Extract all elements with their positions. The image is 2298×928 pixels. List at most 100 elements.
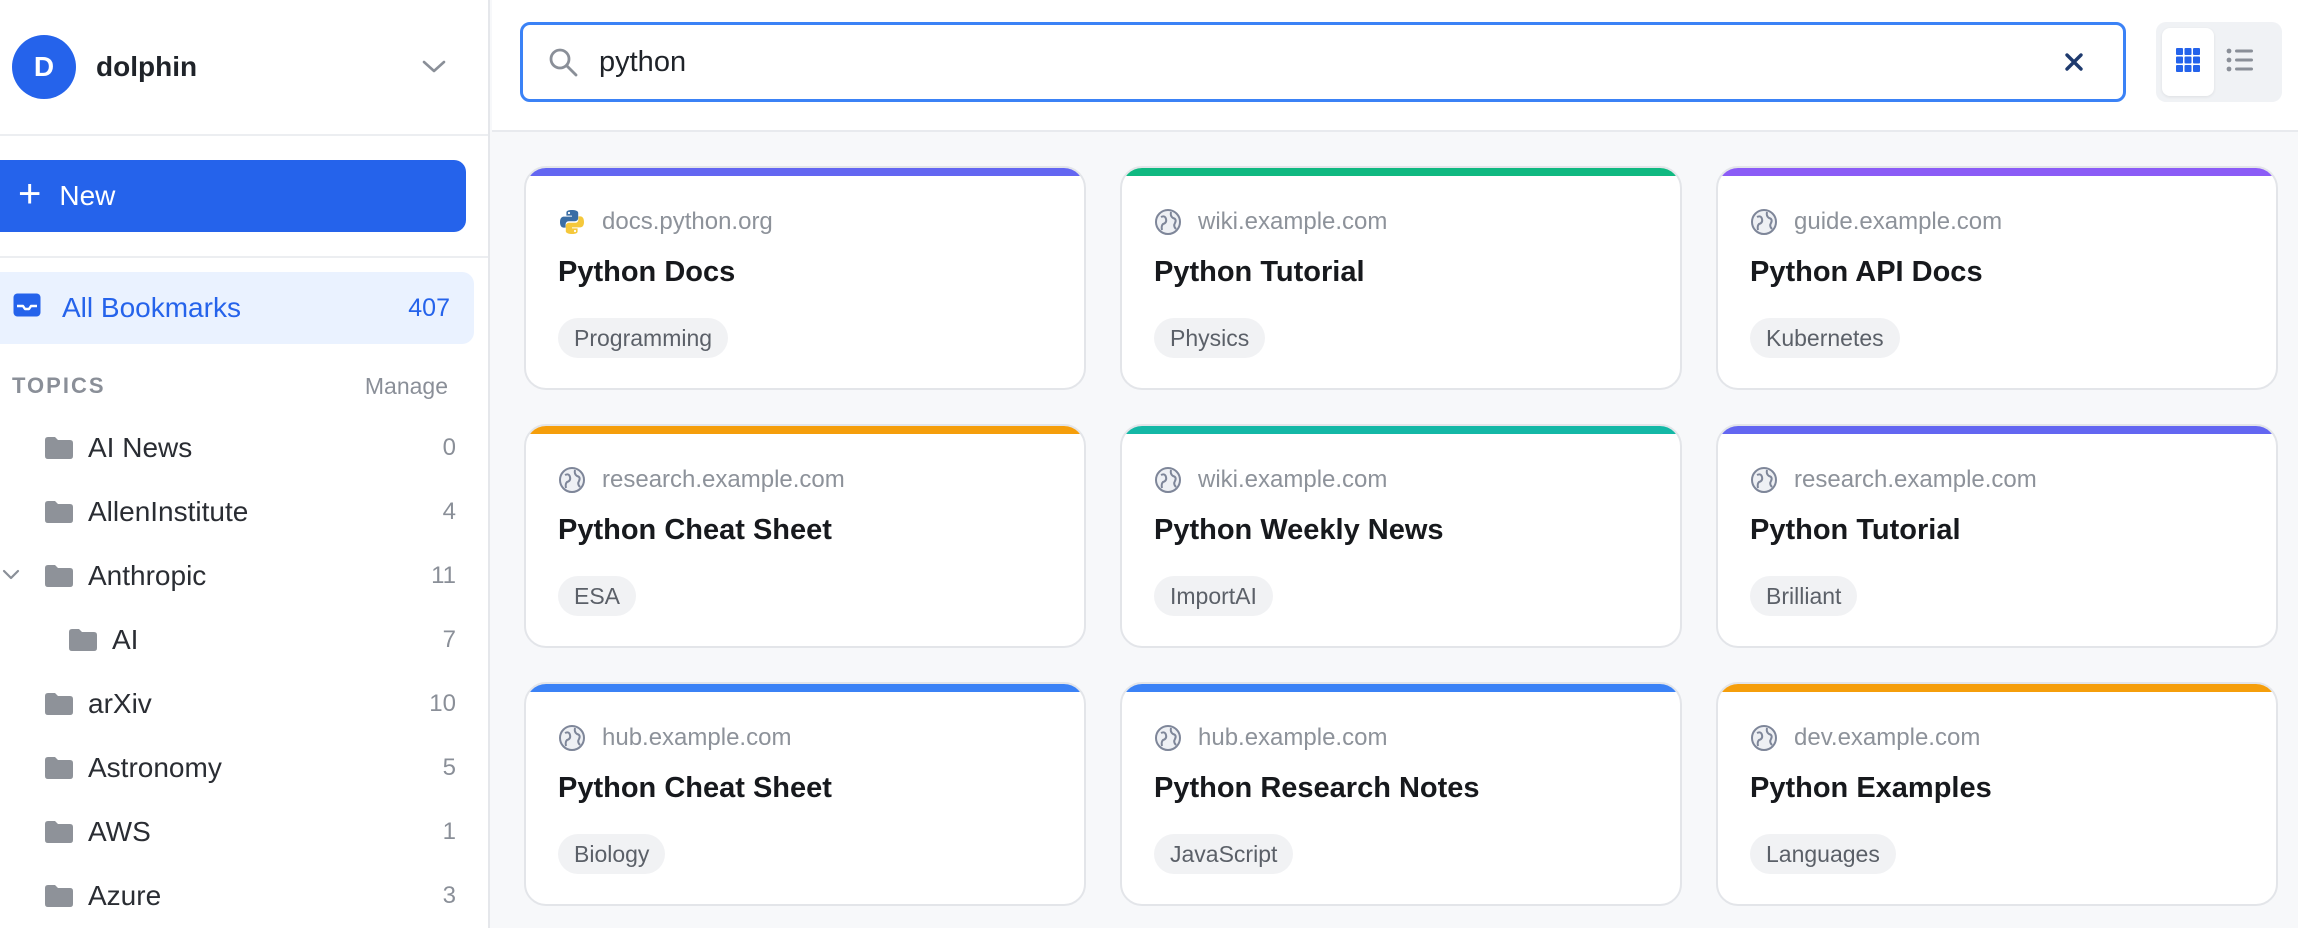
avatar: D — [12, 35, 76, 99]
grid-icon — [2175, 47, 2201, 78]
bookmark-card[interactable]: research.example.com Python Cheat Sheet ES… — [524, 424, 1086, 648]
topic-count: 5 — [442, 754, 456, 781]
globe-icon — [1750, 466, 1778, 494]
bookmark-card[interactable]: research.example.com Python Tutorial Brill… — [1716, 424, 2278, 648]
card-tag[interactable]: Languages — [1750, 834, 1896, 874]
card-domain: research.example.com — [1794, 466, 2037, 493]
card-color-bar — [1122, 426, 1680, 434]
sidebar-topic-item[interactable]: AllenInstitute 4 — [0, 480, 488, 544]
globe-icon — [558, 724, 586, 752]
account-switcher[interactable]: D dolphin — [0, 0, 488, 136]
manage-topics-link[interactable]: Manage — [365, 373, 448, 400]
sidebar-topic-item[interactable]: AI News 0 — [0, 416, 488, 480]
search-icon — [547, 46, 579, 78]
card-color-bar — [526, 684, 1084, 692]
card-color-bar — [526, 168, 1084, 176]
topic-count: 0 — [442, 434, 456, 461]
sidebar-topic-item[interactable]: Astronomy 5 — [0, 736, 488, 800]
folder-icon — [44, 500, 74, 524]
card-title: Python Research Notes — [1154, 772, 1480, 804]
globe-icon — [1750, 208, 1778, 236]
card-color-bar — [1718, 684, 2276, 692]
folder-icon — [44, 564, 74, 588]
card-color-bar — [1122, 168, 1680, 176]
sidebar-topic-item[interactable]: arXiv 10 — [0, 672, 488, 736]
bookmark-card[interactable]: dev.example.com Python Examples Languages — [1716, 682, 2278, 906]
sidebar-item-all-bookmarks[interactable]: All Bookmarks 407 — [0, 272, 474, 344]
topic-count: 1 — [442, 818, 456, 845]
card-domain: hub.example.com — [602, 724, 792, 751]
sidebar-item-label: All Bookmarks — [62, 292, 241, 323]
sidebar-topic-item[interactable]: AWS 1 — [0, 800, 488, 864]
main-content: docs.python.org Python Docs Programming wik… — [492, 0, 2298, 928]
topic-label: AWS — [88, 816, 151, 847]
folder-icon — [44, 820, 74, 844]
card-color-bar — [1122, 684, 1680, 692]
card-tag[interactable]: Physics — [1154, 318, 1266, 358]
card-color-bar — [1718, 426, 2276, 434]
topic-label: arXiv — [88, 688, 152, 719]
search-box[interactable] — [520, 22, 2126, 102]
topic-count: 3 — [442, 882, 456, 909]
card-title: Python Cheat Sheet — [558, 772, 832, 804]
globe-icon — [1154, 208, 1182, 236]
list-view-button[interactable] — [2214, 28, 2266, 96]
card-tag[interactable]: Programming — [558, 318, 729, 358]
topic-label: Astronomy — [88, 752, 222, 783]
card-title: Python Tutorial — [1154, 256, 1365, 288]
topic-label: AI News — [88, 432, 193, 463]
card-domain: dev.example.com — [1794, 724, 1981, 751]
topic-label: AI — [112, 624, 139, 655]
card-title: Python Examples — [1750, 772, 1992, 804]
topics-heading: TOPICS — [12, 373, 106, 398]
bookmark-card[interactable]: hub.example.com Python Cheat Sheet Biology — [524, 682, 1086, 906]
clear-search-icon[interactable] — [2061, 49, 2087, 75]
card-tag[interactable]: ESA — [558, 576, 637, 616]
sidebar-topic-item[interactable]: AI 7 — [0, 608, 488, 672]
inbox-icon — [12, 292, 42, 325]
card-title: Python API Docs — [1750, 256, 1983, 288]
topic-label: Azure — [88, 880, 162, 911]
folder-icon — [44, 756, 74, 780]
globe-icon — [1750, 724, 1778, 752]
sidebar-topic-item[interactable]: Anthropic 11 — [0, 544, 488, 608]
new-button-label: New — [59, 180, 116, 211]
topic-count: 4 — [442, 498, 456, 525]
card-domain: docs.python.org — [602, 208, 773, 235]
topic-list: AI News 0 AllenInstitute 4 Anthropic 11 AI 7 arX… — [0, 416, 488, 928]
python-icon — [558, 208, 586, 236]
top-bar — [492, 0, 2298, 132]
card-color-bar — [526, 426, 1084, 434]
card-title: Python Cheat Sheet — [558, 514, 832, 546]
card-domain: hub.example.com — [1198, 724, 1388, 751]
card-domain: wiki.example.com — [1198, 208, 1388, 235]
chevron-down-icon[interactable] — [2, 566, 20, 584]
card-title: Python Docs — [558, 256, 736, 288]
topic-count: 11 — [431, 562, 456, 589]
bookmark-card[interactable]: wiki.example.com Python Weekly News Import… — [1120, 424, 1682, 648]
card-tag[interactable]: JavaScript — [1154, 834, 1294, 874]
card-tag[interactable]: ImportAI — [1154, 576, 1273, 616]
card-tag[interactable]: Kubernetes — [1750, 318, 1900, 358]
chevron-down-icon[interactable] — [420, 53, 448, 81]
folder-icon — [68, 628, 98, 652]
new-bookmark-button[interactable]: + New — [0, 160, 466, 232]
bookmark-card[interactable]: wiki.example.com Python Tutorial Physics — [1120, 166, 1682, 390]
card-title: Python Tutorial — [1750, 514, 1961, 546]
globe-icon — [1154, 466, 1182, 494]
topic-count: 10 — [429, 690, 456, 717]
search-input[interactable] — [599, 45, 2061, 79]
sidebar-topic-item[interactable]: Azure 3 — [0, 864, 488, 928]
grid-view-button[interactable] — [2162, 28, 2214, 96]
card-domain: research.example.com — [602, 466, 845, 493]
card-title: Python Weekly News — [1154, 514, 1444, 546]
list-icon — [2226, 48, 2254, 77]
card-tag[interactable]: Biology — [558, 834, 666, 874]
bookmark-card[interactable]: guide.example.com Python API Docs Kubernet… — [1716, 166, 2278, 390]
bookmark-card[interactable]: hub.example.com Python Research Notes Java… — [1120, 682, 1682, 906]
view-toggle — [2156, 22, 2282, 102]
card-tag[interactable]: Brilliant — [1750, 576, 1858, 616]
sidebar: D dolphin + New All Bookmarks 407 TOPICS… — [0, 0, 490, 928]
bookmark-card[interactable]: docs.python.org Python Docs Programming — [524, 166, 1086, 390]
card-domain: guide.example.com — [1794, 208, 2003, 235]
